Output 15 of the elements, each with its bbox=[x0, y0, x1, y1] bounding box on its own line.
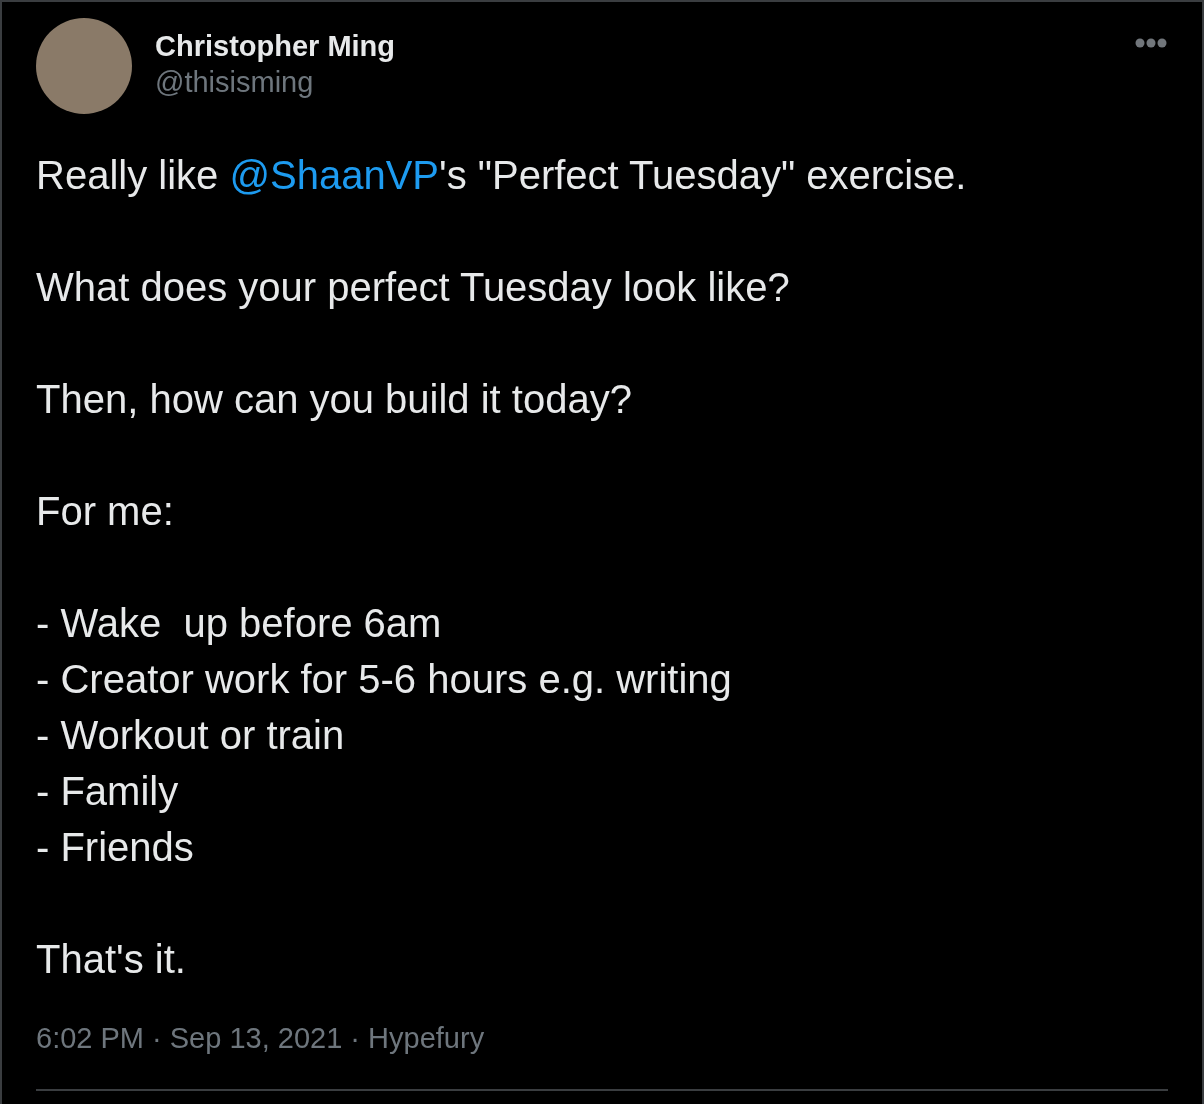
tweet-text: Then, how can you build it today? bbox=[36, 376, 633, 423]
tweet-timestamp: 6:02 PM · Sep 13, 2021 · Hypefury bbox=[36, 1021, 486, 1056]
tweet-text: - Creator work for 5-6 hours e.g. writing bbox=[36, 656, 733, 703]
tweet-text: - Workout or train bbox=[36, 712, 346, 759]
author-name[interactable]: Christopher Ming bbox=[155, 28, 1135, 64]
more-options-icon[interactable] bbox=[1135, 38, 1168, 48]
tweet-text: That's it. bbox=[36, 936, 187, 983]
mention-link[interactable]: @ShaanVP bbox=[229, 153, 440, 197]
tweet-text: - Wake up before 6am bbox=[36, 600, 443, 647]
tweet-text: For me: bbox=[36, 488, 175, 535]
tweet-text: - Family bbox=[36, 768, 180, 815]
tweet-text: - Friends bbox=[36, 824, 195, 871]
author-handle[interactable]: @thisisming bbox=[155, 64, 1135, 100]
tweet-text: What does your perfect Tuesday look like? bbox=[36, 264, 791, 311]
tweet-text: Really like @ShaanVP's "Perfect Tuesday" exercise. bbox=[36, 152, 968, 199]
